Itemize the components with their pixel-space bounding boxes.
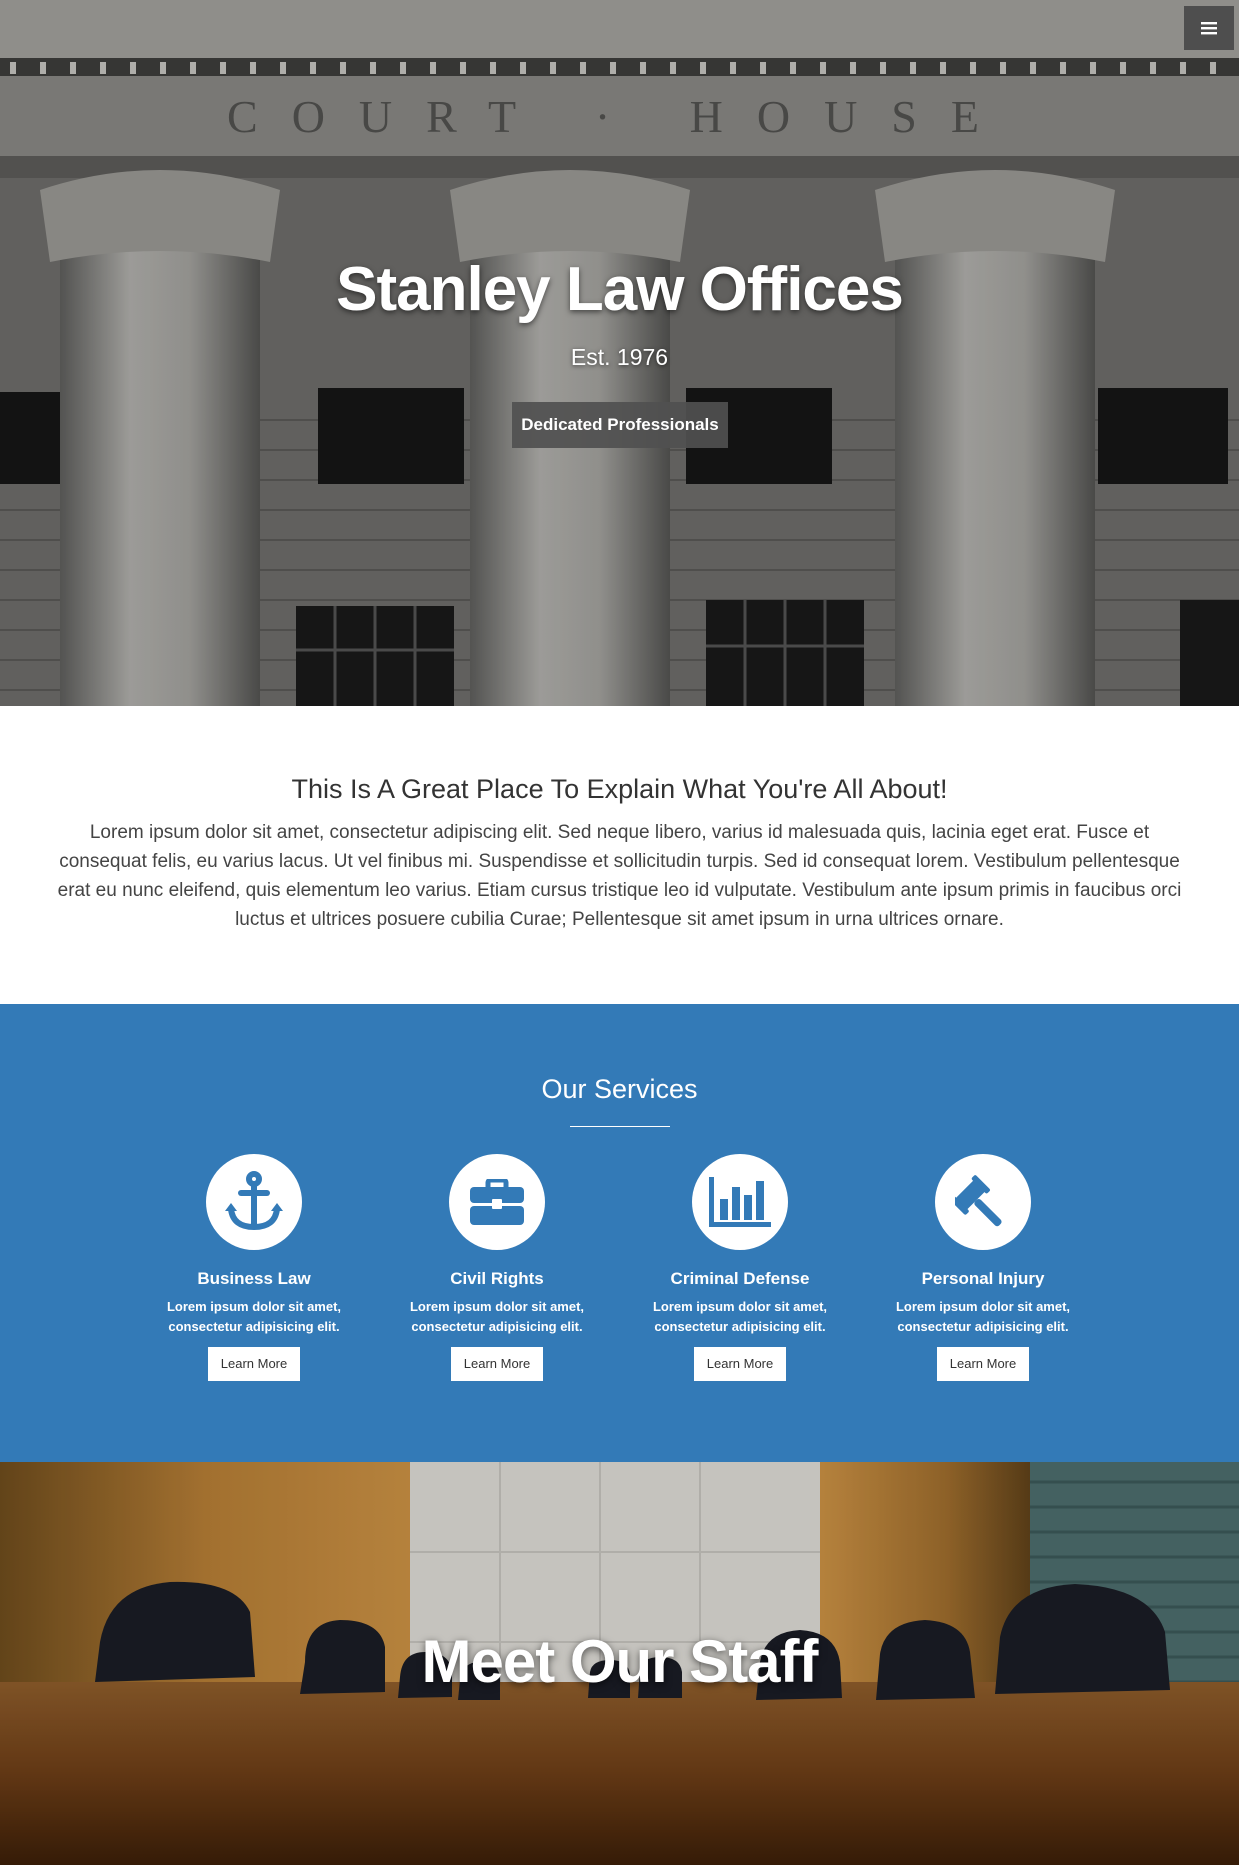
service-description: Lorem ipsum dolor sit amet, consectetur … [166, 1299, 342, 1334]
anchor-icon [225, 1171, 283, 1231]
learn-more-button[interactable]: Learn More [937, 1347, 1029, 1381]
learn-more-button[interactable]: Learn More [208, 1347, 300, 1381]
service-name: Civil Rights [450, 1269, 544, 1288]
briefcase-icon [470, 1179, 524, 1225]
about-heading: This Is A Great Place To Explain What Yo… [291, 774, 948, 804]
service-name: Personal Injury [921, 1269, 1045, 1288]
service-icon-circle [692, 1154, 788, 1250]
dedicated-professionals-button[interactable]: Dedicated Professionals [512, 402, 728, 448]
menu-toggle-button[interactable] [1184, 6, 1234, 50]
hamburger-menu-icon [1201, 22, 1217, 35]
about-section: This Is A Great Place To Explain What Yo… [0, 706, 1239, 1004]
about-body: Lorem ipsum dolor sit amet, consectetur … [57, 822, 1182, 930]
service-description: Lorem ipsum dolor sit amet, consectetur … [895, 1299, 1071, 1334]
staff-heading: Meet Our Staff [421, 1628, 818, 1695]
service-name: Business Law [197, 1269, 311, 1288]
services-heading: Our Services [541, 1074, 698, 1104]
bar-chart-icon [709, 1177, 771, 1227]
learn-more-button[interactable]: Learn More [451, 1347, 543, 1381]
service-icon-circle [206, 1154, 302, 1250]
hero-section: COURT · HOUSE Stanley Law Offices Est. 1… [0, 0, 1239, 706]
service-card-business-law: Business Law Lorem ipsum dolor sit amet,… [144, 1154, 364, 1381]
services-section: Our Services Business Law Lorem ipsum do… [0, 1004, 1239, 1462]
service-card-personal-injury: Personal Injury Lorem ipsum dolor sit am… [873, 1154, 1093, 1381]
staff-section: Meet Our Staff [0, 1462, 1239, 1865]
service-name: Criminal Defense [670, 1269, 810, 1288]
learn-more-button[interactable]: Learn More [694, 1347, 786, 1381]
service-card-criminal-defense: Criminal Defense Lorem ipsum dolor sit a… [630, 1154, 850, 1381]
hero-subtitle: Est. 1976 [570, 344, 669, 370]
service-card-civil-rights: Civil Rights Lorem ipsum dolor sit amet,… [387, 1154, 607, 1381]
services-divider [570, 1126, 670, 1127]
service-icon-circle [935, 1154, 1031, 1250]
service-icon-circle [449, 1154, 545, 1250]
service-description: Lorem ipsum dolor sit amet, consectetur … [652, 1299, 828, 1334]
gavel-icon [955, 1175, 1002, 1227]
hero-title: Stanley Law Offices [336, 255, 904, 324]
service-description: Lorem ipsum dolor sit amet, consectetur … [409, 1299, 585, 1334]
